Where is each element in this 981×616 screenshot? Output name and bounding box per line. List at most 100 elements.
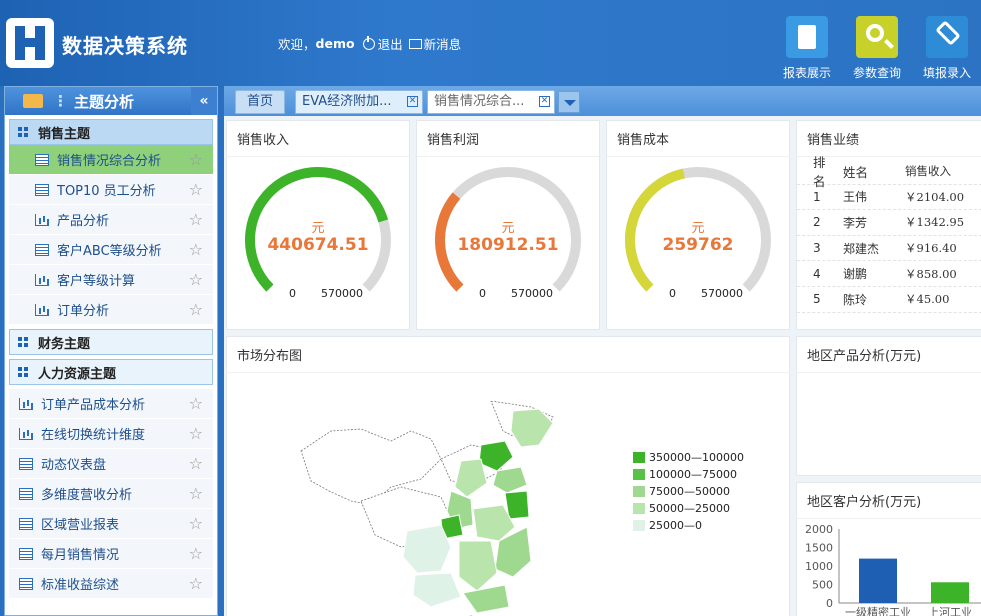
header-cell: 排名 [813, 155, 826, 190]
star-icon[interactable]: ☆ [189, 300, 203, 319]
star-icon[interactable]: ☆ [189, 424, 203, 443]
tab-eva[interactable]: EVA经济附加... ✕ [295, 90, 423, 114]
ranking-panel: 销售业绩 排名 姓名 销售收入 1 王伟 ￥2104.00 2 李芳 ￥1342.95 … [796, 120, 981, 330]
star-icon[interactable]: ☆ [189, 270, 203, 289]
group-label: 销售主题 [38, 126, 91, 142]
report-button[interactable]: 报表展示 [777, 16, 837, 81]
star-icon[interactable]: ☆ [189, 240, 203, 259]
sidebar-item-label: 产品分析 [57, 214, 110, 229]
star-icon[interactable]: ☆ [189, 544, 203, 563]
sidebar-item[interactable]: 订单产品成本分析 ☆ [9, 389, 213, 419]
tab-home[interactable]: 首页 [235, 90, 285, 114]
app-header: 数据决策系统 欢迎， demo 退出 新消息 报表展示 参数查询 填报录入 [0, 0, 981, 86]
legend-label: 100000—75000 [649, 468, 737, 481]
list-icon [35, 243, 49, 256]
bar [859, 558, 897, 603]
header-cell: 销售收入 [905, 164, 951, 179]
report-button-label: 报表展示 [782, 66, 831, 80]
sidebar-item[interactable]: 销售情况综合分析 ☆ [9, 145, 213, 175]
sidebar-item[interactable]: 动态仪表盘 ☆ [9, 449, 213, 479]
close-icon[interactable]: ✕ [407, 96, 418, 107]
star-icon[interactable]: ☆ [189, 394, 203, 413]
grid-icon [18, 337, 28, 347]
market-map-panel: 市场分布图 350000—100000 100000—75000 75000—5… [226, 336, 790, 616]
group-hr[interactable]: 人力资源主题 [9, 359, 213, 385]
legend-label: 75000—50000 [649, 485, 730, 498]
region-customer-chart: 0 500 1000 1500 2000 一级精密工业 上河工业 [805, 523, 981, 616]
tab-label: EVA经济附加... [302, 94, 392, 109]
grid-icon [18, 367, 28, 377]
star-icon[interactable]: ☆ [189, 454, 203, 473]
entry-button-label: 填报录入 [922, 66, 971, 80]
list-icon [19, 487, 33, 500]
sidebar-item-label: 动态仪表盘 [41, 458, 107, 473]
star-icon[interactable]: ☆ [189, 150, 203, 169]
rank-cell: 5 [813, 292, 821, 307]
sidebar-item-label: 每月销售情况 [41, 548, 120, 563]
sidebar-item-label: 销售情况综合分析 [57, 154, 162, 169]
sidebar-item-label: 客户ABC等级分析 [57, 244, 162, 259]
name-cell: 谢鹏 [843, 267, 868, 282]
query-button[interactable]: 参数查询 [847, 16, 907, 81]
messages-link[interactable]: 新消息 [424, 34, 462, 53]
sidebar-item[interactable]: 产品分析 ☆ [9, 205, 213, 235]
sidebar-item[interactable]: 客户等级计算 ☆ [9, 265, 213, 295]
sidebar-item-label: TOP10 员工分析 [57, 184, 156, 199]
sidebar-item[interactable]: 客户ABC等级分析 ☆ [9, 235, 213, 265]
map-legend: 350000—100000 100000—75000 75000—50000 5… [633, 449, 744, 534]
sidebar-item[interactable]: 在线切换统计维度 ☆ [9, 419, 213, 449]
sidebar-item[interactable]: TOP10 员工分析 ☆ [9, 175, 213, 205]
legend-label: 50000—25000 [649, 502, 730, 515]
collapse-icon[interactable]: « [191, 87, 217, 115]
legend-label: 350000—100000 [649, 451, 744, 464]
table-row: 4 谢鹏 ￥858.00 [797, 261, 981, 287]
report-icon [786, 16, 828, 58]
tab-dropdown-icon[interactable] [558, 91, 580, 113]
entry-button[interactable]: 填报录入 [917, 16, 977, 81]
sidebar-item[interactable]: 区域营业报表 ☆ [9, 509, 213, 539]
sidebar-item-label: 标准收益综述 [41, 578, 120, 593]
legend-item: 75000—50000 [633, 483, 744, 500]
grid-icon [18, 127, 28, 137]
sidebar: ⋮ 主题分析 « 销售主题 销售情况综合分析 ☆ TOP10 员工分析 ☆ 产品分析… [4, 86, 218, 616]
logout-link[interactable]: 退出 [378, 34, 403, 53]
group-sales[interactable]: 销售主题 [9, 119, 213, 145]
star-icon[interactable]: ☆ [189, 180, 203, 199]
bar [931, 582, 969, 603]
gauge-panel-revenue: 销售收入 元 440674.51 0 570000 [226, 120, 410, 330]
sidebar-item[interactable]: 订单分析 ☆ [9, 295, 213, 325]
list-icon [19, 547, 33, 560]
gauge-value: 440674.51 [267, 235, 369, 255]
star-icon[interactable]: ☆ [189, 484, 203, 503]
sidebar-item[interactable]: 标准收益综述 ☆ [9, 569, 213, 599]
gauge-unit: 元 [501, 221, 515, 236]
amount-cell: ￥45.00 [905, 292, 950, 307]
user-info: 欢迎， demo 退出 新消息 [278, 34, 461, 53]
legend-swatch [633, 452, 645, 463]
table-row: 3 郑建杰 ￥916.40 [797, 236, 981, 262]
app-title: 数据决策系统 [62, 34, 188, 58]
star-icon[interactable]: ☆ [189, 514, 203, 533]
sidebar-item-label: 订单分析 [57, 304, 110, 319]
tab-sales-overview[interactable]: 销售情况综合... ✕ [427, 90, 555, 114]
sidebar-item[interactable]: 多维度营收分析 ☆ [9, 479, 213, 509]
star-icon[interactable]: ☆ [189, 574, 203, 593]
map-region [402, 524, 452, 574]
rank-cell: 4 [813, 266, 821, 281]
bar-chart-icon [19, 427, 33, 440]
ranking-table: 排名 姓名 销售收入 1 王伟 ￥2104.00 2 李芳 ￥1342.95 3 郑建杰 ￥… [797, 155, 981, 313]
sidebar-header: ⋮ 主题分析 « [5, 87, 217, 115]
name-cell: 李芳 [843, 215, 868, 230]
map-region [454, 458, 488, 498]
group-finance[interactable]: 财务主题 [9, 329, 213, 355]
sidebar-item[interactable]: 每月销售情况 ☆ [9, 539, 213, 569]
name-cell: 陈玲 [843, 292, 868, 307]
close-icon[interactable]: ✕ [539, 96, 550, 107]
rank-cell: 1 [813, 189, 821, 204]
list-icon [19, 457, 33, 470]
star-icon[interactable]: ☆ [189, 210, 203, 229]
y-tick-label: 2000 [805, 523, 833, 536]
header-cell: 姓名 [843, 164, 869, 180]
list-icon [19, 517, 33, 530]
folder-icon [23, 94, 43, 108]
